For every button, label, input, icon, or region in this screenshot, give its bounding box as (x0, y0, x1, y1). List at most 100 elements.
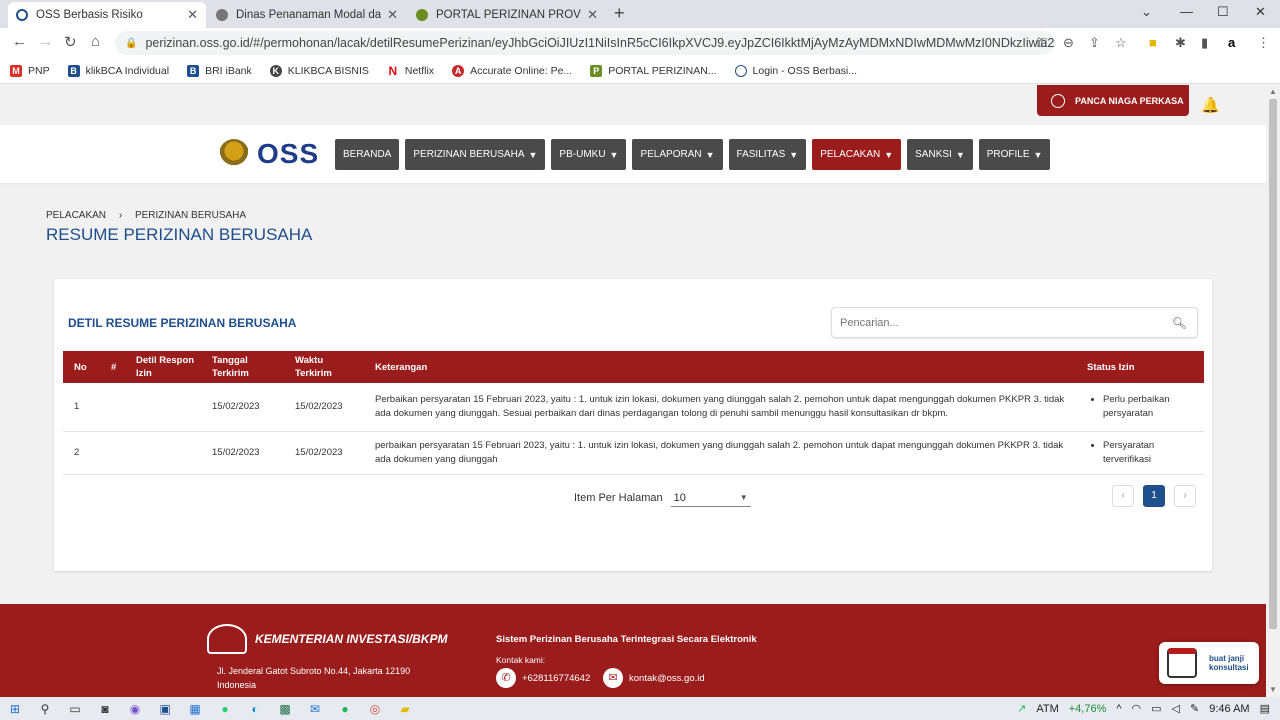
extension-icon[interactable]: ■ (1149, 35, 1157, 50)
clock-time[interactable]: 9:46 AM (1209, 703, 1249, 715)
app-icon[interactable]: ◉ (120, 702, 150, 716)
chevron-down-icon: ▼ (1033, 149, 1043, 160)
items-per-page-value: 10 (673, 491, 686, 504)
back-icon[interactable]: ← (12, 33, 27, 50)
menu-pelacakan[interactable]: PELACAKAN ▼ (812, 139, 902, 170)
bookmark-star-icon[interactable]: ☆ (1115, 35, 1127, 51)
file-explorer-icon[interactable]: ▰ (390, 702, 420, 716)
scroll-up-icon[interactable]: ▲ (1269, 87, 1277, 96)
reload-icon[interactable]: ↻ (64, 33, 77, 51)
cell-waktu: 15/02/2023 (284, 383, 364, 432)
tab-title: PORTAL PERIZINAN PROV JAWA (436, 9, 581, 21)
bookmark-label: Netflix (404, 64, 435, 77)
menu-profile[interactable]: PROFILE ▼ (978, 139, 1051, 170)
cell-no: 1 (63, 383, 100, 432)
stock-label: ATM (1036, 702, 1059, 715)
menu-beranda[interactable]: BERANDA (335, 139, 400, 170)
key-icon[interactable]: ⚿ (1037, 35, 1047, 51)
calendar-app-icon[interactable]: ▦ (180, 702, 210, 716)
task-view-icon[interactable]: ▭ (60, 702, 90, 716)
menu-pb-umku[interactable]: PB-UMKU ▼ (551, 139, 627, 170)
breadcrumb: PELACAKAN › PERIZINAN BERUSAHA (46, 210, 256, 221)
tray-expand-icon[interactable]: ^ (1116, 703, 1121, 715)
menu-pelaporan[interactable]: PELAPORAN ▼ (632, 139, 723, 170)
bookmark-label: Login - OSS Berbasi... (752, 64, 857, 77)
cell-keterangan: Perbaikan persyaratan 15 Februari 2023, … (364, 383, 1076, 432)
spotify-icon[interactable]: ● (330, 702, 360, 716)
notification-bell-icon[interactable]: 🔔 (1201, 96, 1220, 114)
chrome-icon[interactable]: ◎ (360, 702, 390, 716)
zoom-icon[interactable]: ⊖ (1063, 35, 1074, 51)
wifi-icon[interactable]: ◠ (1132, 702, 1142, 715)
site-header: OSS BERANDA PERIZINAN BERUSAHA ▼ PB-UMKU ▼… (0, 125, 1266, 183)
scrollbar-thumb[interactable] (1269, 99, 1277, 629)
minimize-icon[interactable]: — (1180, 4, 1193, 19)
bookmark-item[interactable]: BklikBCA Individual (67, 64, 169, 77)
calendar-clock-icon (1167, 648, 1197, 678)
oss-logo[interactable]: OSS (219, 138, 319, 170)
menu-fasilitas[interactable]: FASILITAS ▼ (728, 139, 807, 170)
footer-email[interactable]: ✉ kontak@oss.go.id (603, 668, 705, 688)
app-icon[interactable]: ▣ (150, 702, 180, 716)
scroll-down-icon[interactable]: ▼ (1269, 685, 1277, 694)
sidepanel-icon[interactable]: ▮ (1201, 35, 1208, 51)
window-close-icon[interactable]: ✕ (1255, 4, 1266, 20)
notification-icon[interactable]: ▤ (1260, 702, 1270, 715)
footer-address: Jl. Jenderal Gatot Subroto No.44, Jakart… (217, 664, 410, 692)
menu-sanksi[interactable]: SANKSI ▼ (907, 139, 973, 170)
page-button-current[interactable]: 1 (1143, 485, 1165, 507)
bookmark-item[interactable]: Login - OSS Berbasi... (734, 64, 857, 77)
bookmark-item[interactable]: A Accurate Online: Pe... (452, 64, 572, 77)
pen-icon[interactable]: ✎ (1190, 702, 1199, 715)
prev-page-button[interactable]: ‹ (1112, 485, 1134, 507)
next-page-button[interactable]: › (1174, 485, 1196, 507)
maximize-icon[interactable]: ☐ (1217, 4, 1229, 20)
page-scrollbar[interactable]: ▲ ▼ (1266, 85, 1280, 697)
tab-search-icon[interactable]: ⌄ (1141, 4, 1152, 20)
column-header: No (74, 361, 87, 373)
profile-icon[interactable]: a (1228, 35, 1235, 50)
bookmark-item[interactable]: P PORTAL PERIZINAN... (590, 64, 717, 77)
close-icon[interactable]: ✕ (187, 7, 198, 23)
user-account-button[interactable]: PANCA NIAGA PERKASA (1037, 85, 1189, 116)
items-per-page-select[interactable]: 10 ▼ (670, 489, 751, 507)
globe-icon (216, 9, 228, 21)
search-icon[interactable]: ⚲ (30, 702, 60, 716)
mail-app-icon[interactable]: ✉ (300, 702, 330, 716)
gmail-icon: M (10, 64, 22, 77)
volume-icon[interactable]: ◁ (1172, 702, 1180, 715)
chevron-down-icon: ▼ (955, 149, 965, 160)
excel-icon[interactable]: ▩ (270, 702, 300, 716)
share-icon[interactable]: ⇪ (1089, 35, 1100, 51)
buat-janji-konsultasi-button[interactable]: buat janji konsultasi (1159, 642, 1259, 684)
new-tab-icon[interactable]: + (614, 3, 625, 24)
bookmark-item[interactable]: N Netflix (386, 64, 435, 77)
edge-icon[interactable]: ◐ (240, 702, 270, 716)
home-icon[interactable]: ⌂ (91, 33, 100, 50)
table-row: 1 15/02/2023 15/02/2023 Perbaikan persya… (63, 383, 1204, 432)
camera-app-icon[interactable]: ◙ (90, 702, 120, 716)
close-icon[interactable]: ✕ (387, 7, 398, 23)
footer-phone[interactable]: ✆ +628116774642 (496, 668, 590, 688)
column-header: Detil Respon Izin (136, 355, 195, 379)
battery-icon[interactable]: ▭ (1151, 702, 1161, 715)
bookmark-item[interactable]: M PNP (10, 64, 50, 77)
address-bar[interactable]: 🔒 perizinan.oss.go.id/#/permohonan/lacak… (115, 31, 1055, 55)
forward-icon[interactable]: → (38, 33, 53, 50)
browser-menu-icon[interactable]: ⋮ (1257, 35, 1270, 51)
search-icon[interactable]: 🔍︎ (1172, 316, 1187, 330)
browser-tab-active[interactable]: OSS Berbasis Risiko ✕ (8, 2, 206, 28)
search-input[interactable] (832, 308, 1162, 337)
breadcrumb-pelacakan[interactable]: PELACAKAN (46, 210, 106, 221)
bookmark-item[interactable]: K KLIKBCA BISNIS (269, 64, 369, 77)
menu-label: PELAPORAN (640, 149, 702, 160)
browser-tab[interactable]: PORTAL PERIZINAN PROV JAWA ✕ (408, 2, 606, 28)
bookmark-item[interactable]: B BRI iBank (187, 64, 252, 77)
puzzle-icon[interactable]: ✱ (1175, 35, 1186, 51)
close-icon[interactable]: ✕ (587, 7, 598, 23)
whatsapp-app-icon[interactable]: ● (210, 702, 240, 716)
menu-perizinan-berusaha[interactable]: PERIZINAN BERUSAHA ▼ (405, 139, 546, 170)
stock-chart-icon: ↗ (1017, 703, 1027, 715)
windows-start-icon[interactable]: ⊞ (0, 702, 30, 716)
browser-tab[interactable]: Dinas Penanaman Modal dan Pel ✕ (208, 2, 406, 28)
